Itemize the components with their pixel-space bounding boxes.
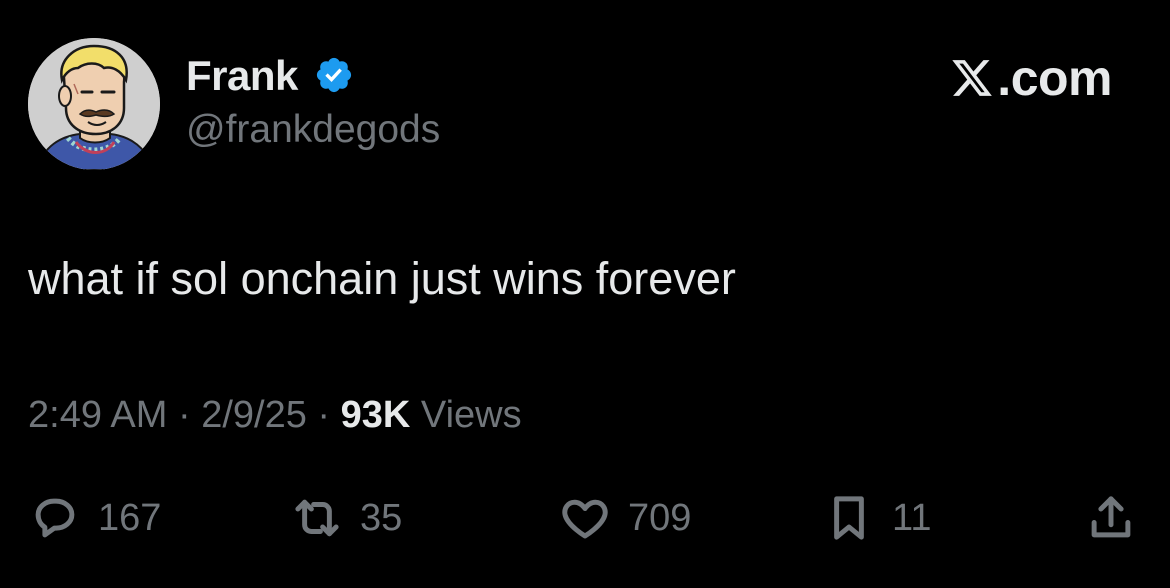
x-logo-icon [952,60,993,96]
action-bar: 167 35 709 11 [0,488,1170,548]
share-button[interactable] [1084,488,1138,548]
views-label: Views [420,394,522,436]
reply-count: 167 [98,497,162,539]
reply-icon [35,498,75,538]
share-icon [1091,496,1131,538]
repost-count: 35 [360,497,403,539]
bookmark-count: 11 [892,497,932,539]
tweet-text: what if sol onchain just wins forever [28,253,736,304]
bookmark-icon [834,496,864,540]
bookmark-button[interactable]: 11 [822,488,931,548]
brand-label: .com [997,50,1112,106]
verified-badge-icon [316,57,352,93]
avatar[interactable] [28,38,160,170]
repost-button[interactable]: 35 [290,488,402,548]
repost-icon [295,499,339,537]
meta-separator: · [317,394,331,436]
views-count: 93K [340,394,411,436]
like-button[interactable]: 709 [558,488,691,548]
brand-watermark: .com [949,50,1112,106]
author-handle[interactable]: @frankdegods [186,106,440,154]
avatar-illustration [28,38,160,170]
author-display-name[interactable]: Frank [186,52,298,100]
meta-separator: · [177,394,191,436]
heart-icon [562,499,608,539]
tweet-meta: 2:49 AM · 2/9/25 · 93K Views [28,391,522,439]
reply-button[interactable]: 167 [28,488,161,548]
tweet-time[interactable]: 2:49 AM [28,394,167,436]
like-count: 709 [628,497,692,539]
tweet-date[interactable]: 2/9/25 [201,394,307,436]
